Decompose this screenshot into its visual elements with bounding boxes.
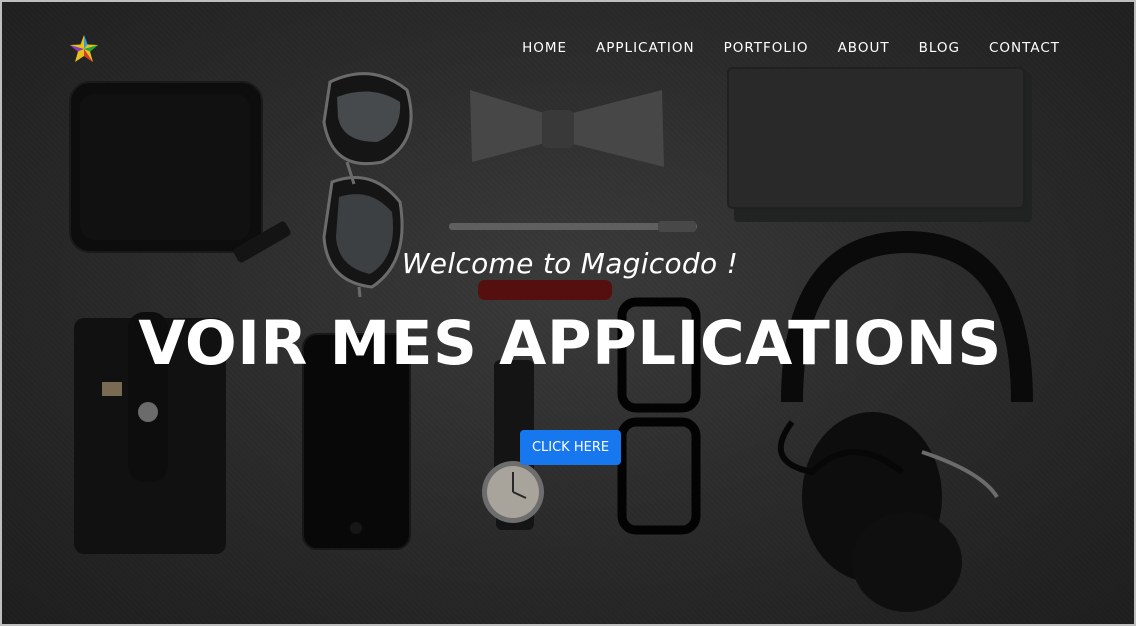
nav-blog-link[interactable]: BLOG <box>919 38 960 58</box>
navbar: HOME APPLICATION PORTFOLIO ABOUT BLOG CO… <box>2 2 1134 94</box>
nav-portfolio-link[interactable]: PORTFOLIO <box>724 38 809 58</box>
hero-subtitle: Welcome to Magicodo ! <box>401 247 739 280</box>
logo-star-icon[interactable] <box>68 33 100 65</box>
hero-section: HOME APPLICATION PORTFOLIO ABOUT BLOG CO… <box>0 0 1136 626</box>
nav-home-link[interactable]: HOME <box>522 38 567 58</box>
click-here-button[interactable]: CLICK HERE <box>520 430 621 465</box>
nav-application-link[interactable]: APPLICATION <box>596 38 695 58</box>
hero-title: VOIR MES APPLICATIONS <box>138 308 1002 379</box>
nav-contact-link[interactable]: CONTACT <box>989 38 1060 58</box>
nav-about-link[interactable]: ABOUT <box>838 38 890 58</box>
nav-menu: HOME APPLICATION PORTFOLIO ABOUT BLOG CO… <box>493 38 1060 58</box>
